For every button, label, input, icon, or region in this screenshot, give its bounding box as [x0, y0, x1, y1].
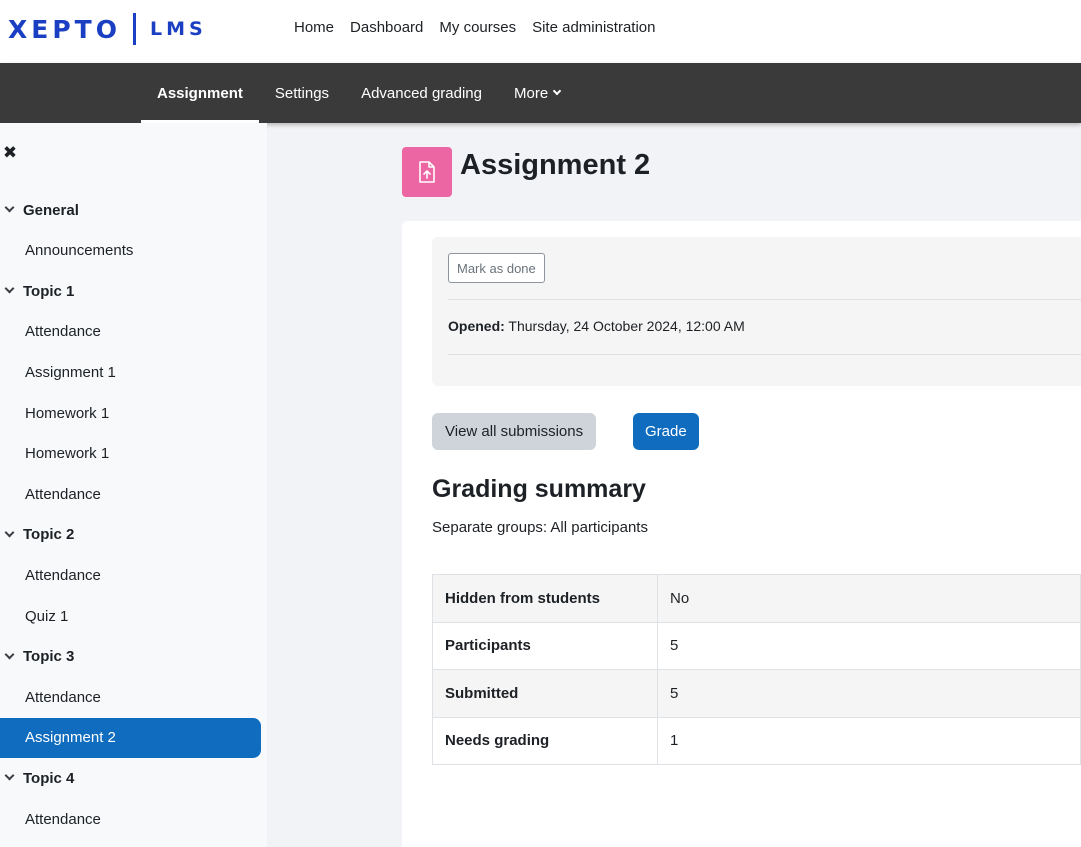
- course-index-label: Attendance: [25, 810, 101, 828]
- row-label: Hidden from students: [432, 574, 658, 623]
- course-index-label: Quiz 1: [25, 607, 69, 625]
- divider: [448, 299, 1081, 300]
- site-logo[interactable]: XEPTO LMS: [8, 12, 207, 46]
- nav-dashboard[interactable]: Dashboard: [342, 18, 431, 38]
- opened-value: Thursday, 24 October 2024, 12:00 AM: [508, 318, 745, 334]
- course-index-label: Homework 1: [25, 404, 110, 422]
- chevron-down-icon[interactable]: [4, 527, 15, 538]
- course-index-label: Homework 1: [25, 445, 110, 463]
- nav-site-administration[interactable]: Site administration: [524, 18, 663, 38]
- course-activity-attendance[interactable]: Attendance: [0, 312, 261, 352]
- course-index-label: Assignment 2: [25, 729, 116, 747]
- tab-assignment[interactable]: Assignment: [141, 63, 259, 123]
- course-activity-assignment-2[interactable]: Assignment 2: [0, 717, 261, 758]
- view-all-submissions-button[interactable]: View all submissions: [432, 413, 597, 450]
- course-index-label: Attendance: [25, 688, 101, 706]
- course-activity-attendance[interactable]: Attendance: [0, 677, 261, 717]
- group-selector-text: Separate groups: All participants: [432, 519, 648, 536]
- divider: [448, 354, 1081, 355]
- row-value: 5: [657, 669, 1081, 718]
- tab-settings[interactable]: Settings: [259, 63, 345, 123]
- course-activity-attendance[interactable]: Attendance: [0, 555, 261, 595]
- course-section-topic-3[interactable]: Topic 3: [0, 637, 261, 677]
- chevron-down-icon[interactable]: [4, 649, 15, 660]
- course-index-label: Assignment 1: [25, 363, 116, 381]
- opened-label: Opened:: [448, 318, 505, 334]
- secondary-navigation: Assignment Settings Advanced grading Mor…: [0, 63, 1081, 123]
- course-index-label: Topic 2: [23, 526, 75, 544]
- course-index-label: Topic 1: [23, 282, 75, 300]
- close-icon[interactable]: ✖: [2, 143, 18, 163]
- nav-my-courses[interactable]: My courses: [431, 18, 524, 38]
- course-activity-attendance[interactable]: Attendance: [0, 474, 261, 514]
- row-label: Participants: [432, 621, 658, 670]
- brand-separator: [132, 13, 136, 45]
- course-index-label: Attendance: [25, 485, 101, 503]
- nav-home[interactable]: Home: [286, 18, 342, 38]
- opened-date: Opened: Thursday, 24 October 2024, 12:00…: [448, 318, 745, 334]
- course-index-label: Attendance: [25, 323, 101, 341]
- chevron-down-icon[interactable]: [4, 202, 15, 213]
- course-activity-announcements[interactable]: Announcements: [0, 231, 261, 271]
- assignment-upload-icon: [402, 147, 452, 197]
- course-index-label: General: [23, 201, 79, 219]
- course-index-label: Attendance: [25, 566, 101, 584]
- course-section-topic-2[interactable]: Topic 2: [0, 515, 261, 555]
- course-section-general[interactable]: General: [0, 190, 261, 230]
- tab-more-label: More: [514, 84, 549, 102]
- top-navbar: XEPTO LMS Home Dashboard My courses Site…: [0, 0, 1081, 63]
- course-section-topic-4[interactable]: Topic 4: [0, 758, 261, 798]
- table-row: Submitted 5: [432, 669, 1081, 718]
- row-value: No: [657, 574, 1081, 623]
- activity-information: Mark as done Opened: Thursday, 24 Octobe…: [432, 237, 1081, 386]
- table-row: Hidden from students No: [432, 574, 1081, 623]
- course-activity-homework-1[interactable]: Homework 1: [0, 434, 261, 474]
- grading-summary-table: Hidden from students No Participants 5 S…: [432, 574, 1081, 765]
- course-activity-quiz-1[interactable]: Quiz 1: [0, 596, 261, 636]
- file-upload-icon: [419, 161, 435, 183]
- page-title: Assignment 2: [460, 149, 651, 181]
- chevron-down-icon[interactable]: [4, 770, 15, 781]
- course-section-topic-1[interactable]: Topic 1: [0, 271, 261, 311]
- row-label: Needs grading: [432, 716, 658, 765]
- grade-button[interactable]: Grade: [633, 413, 699, 450]
- course-index-label: Announcements: [25, 242, 134, 260]
- primary-navigation: Home Dashboard My courses Site administr…: [286, 18, 664, 38]
- row-value: 5: [657, 621, 1081, 670]
- brand-name: XEPTO: [8, 14, 121, 44]
- row-label: Submitted: [432, 669, 658, 718]
- table-row: Needs grading 1: [432, 716, 1081, 765]
- course-activity-attendance[interactable]: Attendance: [0, 799, 261, 839]
- course-activity-homework-1[interactable]: Homework 1: [0, 393, 261, 433]
- chevron-down-icon: [552, 86, 562, 96]
- course-index-label: Topic 3: [23, 648, 75, 666]
- mark-as-done-button[interactable]: Mark as done: [448, 253, 545, 283]
- tab-advanced-grading[interactable]: Advanced grading: [345, 63, 498, 123]
- table-row: Participants 5: [432, 621, 1081, 670]
- chevron-down-icon[interactable]: [4, 283, 15, 294]
- course-index-drawer: ✖ General Announcements Topic 1 Attendance A…: [0, 123, 267, 847]
- grading-summary-heading: Grading summary: [432, 475, 646, 503]
- row-value: 1: [657, 716, 1081, 765]
- course-activity-assignment-1[interactable]: Assignment 1: [0, 352, 261, 392]
- course-index-label: Topic 4: [23, 769, 75, 787]
- brand-product: LMS: [149, 18, 207, 40]
- tab-more[interactable]: More: [498, 63, 576, 123]
- main-content: Mark as done Opened: Thursday, 24 Octobe…: [402, 221, 1081, 847]
